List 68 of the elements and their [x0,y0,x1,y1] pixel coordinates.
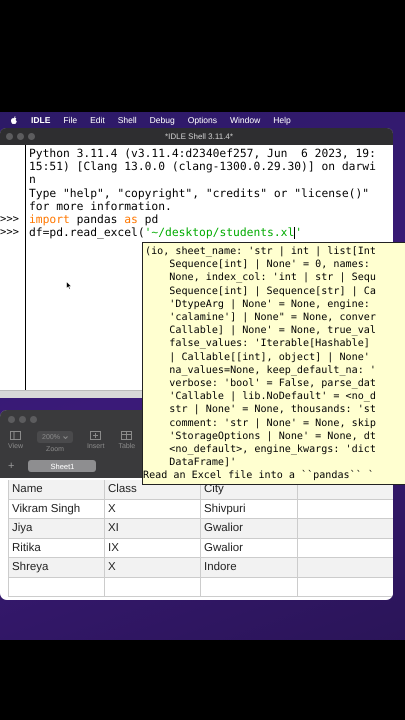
table-cell: Shreya [9,558,105,578]
pointer-icon [66,281,72,290]
signature-line: comment: 'str | None' = None, skip [168,416,377,430]
signature-line: str | None' = None, thousands: 'st [168,403,377,417]
table-cell: X [105,500,201,519]
table-cell: Indore [201,558,298,578]
code-text: import [29,212,70,226]
add-sheet-button[interactable]: + [8,460,14,472]
signature-line: | Callable[[int], object] | None' [168,350,371,364]
prompt: >>> [0,212,19,226]
code-text: df=pd.read_excel( [29,226,145,240]
close-icon[interactable] [8,416,15,423]
apple-icon [10,116,18,124]
menu-item[interactable]: Options [188,115,217,125]
menu-item[interactable]: Help [273,115,291,125]
signature-line: 'calamine'] | None" = None, conver [168,311,377,324]
table-cell: IX [105,538,201,558]
code-text: Type "help", "copyright", "credits" or "license()" [29,186,370,200]
table-cell: Shivpuri [201,500,298,519]
table-cell: Vikram Singh [9,500,105,519]
table-cell: Gwalior [201,519,298,538]
menu-item[interactable]: Edit [90,115,105,125]
docstring-line: Read an Excel file into a ``pandas`` ` [143,469,375,483]
signature-line: verbose: 'bool' = False, parse_dat [168,377,377,390]
minimize-icon[interactable] [19,416,26,423]
menu-item[interactable]: Shell [118,115,137,125]
window-title: *IDLE Shell 3.11.4* [165,132,233,141]
code-text: ' [295,226,302,240]
table-cell: Gwalior [201,538,298,558]
code-text: Python 3.11.4 (v3.11.4:d2340ef257, Jun 6 2023, 19: [29,147,376,160]
code-text: pandas [76,212,118,226]
signature-line: 'StorageOptions | None' = None, dt [168,430,377,444]
prompt: >>> [0,226,19,240]
table-cell: Name [9,480,105,500]
code-text: 15:51) [Clang 13.0.0 (clang-1300.0.29.30)] on darwi [29,160,376,174]
table-cell: XI [105,519,201,538]
minimize-icon[interactable] [17,133,24,140]
app-menu[interactable]: IDLE [31,115,50,125]
zoom-icon[interactable] [30,416,37,423]
signature-line: Sequence[int] | Sequence[str] | Ca [168,284,377,298]
table-cell: Ritika [9,538,105,558]
menu-item[interactable]: Debug [150,115,175,125]
signature-line: 'Callable | lib.NoDefault' = <no_d [168,390,377,404]
code-text: '~/desktop/students.xl [144,226,294,240]
signature-line: false_values: 'Iterable[Hashable] [168,337,371,351]
close-icon[interactable] [6,133,13,140]
signature-line: DataFrame]' [168,456,238,470]
signature-line: Sequence[int] | None' = 0, names: [168,258,371,272]
zoom-icon[interactable] [28,133,35,140]
menu-item[interactable]: File [63,115,78,125]
code-text: as [124,212,138,226]
signature-line: <no_default>, engine_kwargs: 'dict [168,443,377,456]
signature-line: None, index_col: 'int | str | Sequ [168,271,377,285]
table-cell: X [105,558,201,578]
plus-square-icon [90,431,102,440]
code-text: n [29,173,36,187]
table-icon [121,431,132,440]
code-text: for more information. [29,200,172,213]
signature-line: Callable] | None' = None, true_val [168,324,377,338]
signature-line: na_values=None, keep_default_na: ' [168,364,377,378]
chevron-icon [62,436,68,438]
signature-line: (io, sheet_name: 'str | int | list[Int [145,245,377,258]
menu-item[interactable]: Window [230,115,260,125]
code-text: pd [144,212,158,226]
signature-line: 'DtypeArg | None' = None, engine: [168,298,371,312]
text-cursor [294,227,296,240]
table-cell: Jiya [9,519,105,538]
sidebar-icon [10,431,22,440]
